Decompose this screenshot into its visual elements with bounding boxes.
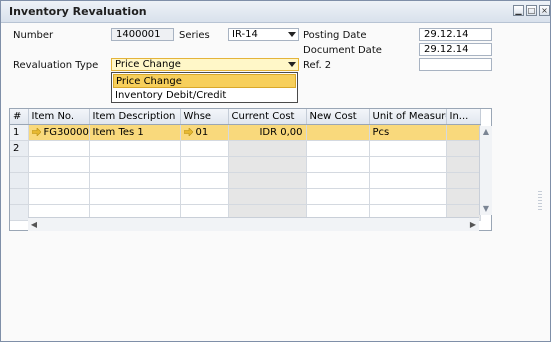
revaluation-type-dropdown: Price Change Inventory Debit/Credit: [111, 72, 298, 103]
in-cell: [446, 124, 481, 141]
new-cost-cell[interactable]: [306, 124, 370, 141]
vertical-scrollbar[interactable]: ▲ ▼: [479, 126, 492, 215]
link-arrow-icon[interactable]: [31, 128, 41, 136]
whse-text: 01: [195, 127, 209, 138]
col-header-whse[interactable]: Whse: [180, 109, 229, 125]
uom-cell[interactable]: [369, 140, 447, 157]
number-label: Number: [13, 30, 54, 41]
revaluation-type-label: Revaluation Type: [13, 60, 99, 71]
close-button[interactable]: ×: [539, 5, 550, 16]
document-date-label: Document Date: [303, 45, 382, 56]
current-cost-cell: [228, 140, 307, 157]
item-description-cell[interactable]: Item Tes 1: [89, 124, 181, 141]
in-cell: [446, 140, 481, 157]
link-arrow-icon[interactable]: [183, 128, 193, 136]
col-header-num[interactable]: #: [10, 109, 29, 125]
number-field[interactable]: 1400001: [111, 28, 174, 41]
item-no-text: FG300000: [43, 127, 89, 138]
col-header-new-cost[interactable]: New Cost: [306, 109, 370, 125]
inventory-revaluation-window: Inventory Revaluation ▁ □ × Number 14000…: [0, 0, 551, 342]
ref2-field[interactable]: [419, 58, 492, 71]
col-header-current-cost[interactable]: Current Cost: [228, 109, 307, 125]
current-cost-cell: IDR 0,00: [228, 124, 307, 141]
chevron-down-icon: [288, 32, 296, 37]
table-header-row: # Item No. Item Description Whse Current…: [10, 109, 481, 125]
horizontal-scrollbar[interactable]: ◀ ▶: [28, 217, 479, 231]
table-row[interactable]: 2: [10, 140, 481, 157]
window-title: Inventory Revaluation: [9, 5, 147, 18]
row-number[interactable]: 2: [10, 140, 29, 157]
uom-cell[interactable]: Pcs: [369, 124, 447, 141]
revaluation-type-select[interactable]: Price Change: [111, 58, 299, 71]
document-date-field[interactable]: 29.12.14: [419, 43, 492, 56]
items-grid: # Item No. Item Description Whse Current…: [9, 108, 492, 231]
dropdown-option-inventory-debit-credit[interactable]: Inventory Debit/Credit: [113, 89, 296, 103]
row-number[interactable]: 1: [10, 124, 29, 141]
posting-date-label: Posting Date: [303, 30, 367, 41]
empty-row: [10, 156, 481, 173]
scroll-left-icon[interactable]: ◀: [28, 218, 40, 231]
revaluation-type-value: Price Change: [115, 59, 181, 70]
ref2-label: Ref. 2: [303, 60, 332, 71]
minimize-button[interactable]: ▁: [513, 5, 524, 16]
series-value: IR-14: [232, 29, 258, 40]
col-header-unit-of-measure[interactable]: Unit of Measure: [369, 109, 447, 125]
item-no-cell[interactable]: FG300000: [28, 124, 90, 141]
item-no-cell[interactable]: [28, 140, 90, 157]
whse-cell[interactable]: 01: [180, 124, 229, 141]
item-description-cell[interactable]: [89, 140, 181, 157]
empty-row: [10, 172, 481, 189]
empty-row: [10, 188, 481, 205]
maximize-icon: □: [527, 6, 536, 15]
series-label: Series: [179, 30, 210, 41]
minimize-icon: ▁: [515, 6, 522, 15]
chevron-down-icon: [288, 62, 296, 67]
title-bar[interactable]: Inventory Revaluation ▁ □ ×: [1, 1, 550, 23]
scroll-up-icon[interactable]: ▲: [480, 126, 492, 138]
col-header-item-description[interactable]: Item Description: [89, 109, 181, 125]
scroll-down-icon[interactable]: ▼: [480, 203, 492, 215]
whse-cell[interactable]: [180, 140, 229, 157]
scroll-right-icon[interactable]: ▶: [467, 218, 479, 231]
posting-date-field[interactable]: 29.12.14: [419, 28, 492, 41]
items-table: # Item No. Item Description Whse Current…: [10, 109, 481, 221]
maximize-button[interactable]: □: [526, 5, 537, 16]
col-header-in[interactable]: In...: [446, 109, 481, 125]
close-icon: ×: [541, 6, 548, 15]
col-header-item-no[interactable]: Item No.: [28, 109, 90, 125]
dropdown-option-price-change[interactable]: Price Change: [113, 74, 296, 88]
resize-grip[interactable]: [538, 191, 542, 211]
new-cost-cell[interactable]: [306, 140, 370, 157]
series-select[interactable]: IR-14: [228, 28, 299, 41]
table-row[interactable]: 1 FG300000 Item Tes 1 01 IDR 0,00 Pcs: [10, 124, 481, 141]
